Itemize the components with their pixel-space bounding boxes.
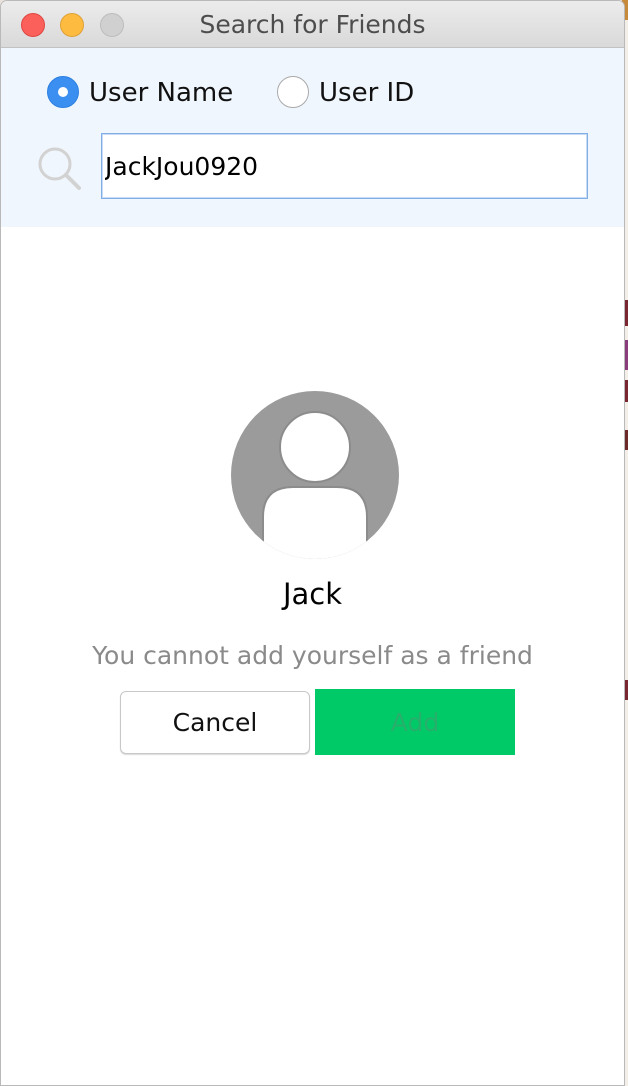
default-avatar-icon [231, 391, 399, 559]
search-friends-window: Search for Friends User Name User ID Jac… [0, 0, 625, 1086]
window-title: Search for Friends [199, 10, 426, 39]
add-friend-button[interactable]: Add [315, 689, 515, 755]
search-input[interactable] [101, 133, 588, 199]
search-panel: User Name User ID [1, 48, 624, 227]
title-bar[interactable]: Search for Friends [1, 1, 624, 48]
radio-user-name-label[interactable]: User Name [89, 76, 233, 110]
search-icon [38, 147, 81, 190]
result-user-name: Jack [282, 577, 343, 611]
radio-user-id[interactable] [277, 76, 309, 108]
result-message: You cannot add yourself as a friend [92, 641, 533, 670]
radio-user-name[interactable] [47, 76, 79, 108]
cancel-button[interactable]: Cancel [120, 691, 310, 754]
radio-user-id-label[interactable]: User ID [319, 76, 414, 110]
